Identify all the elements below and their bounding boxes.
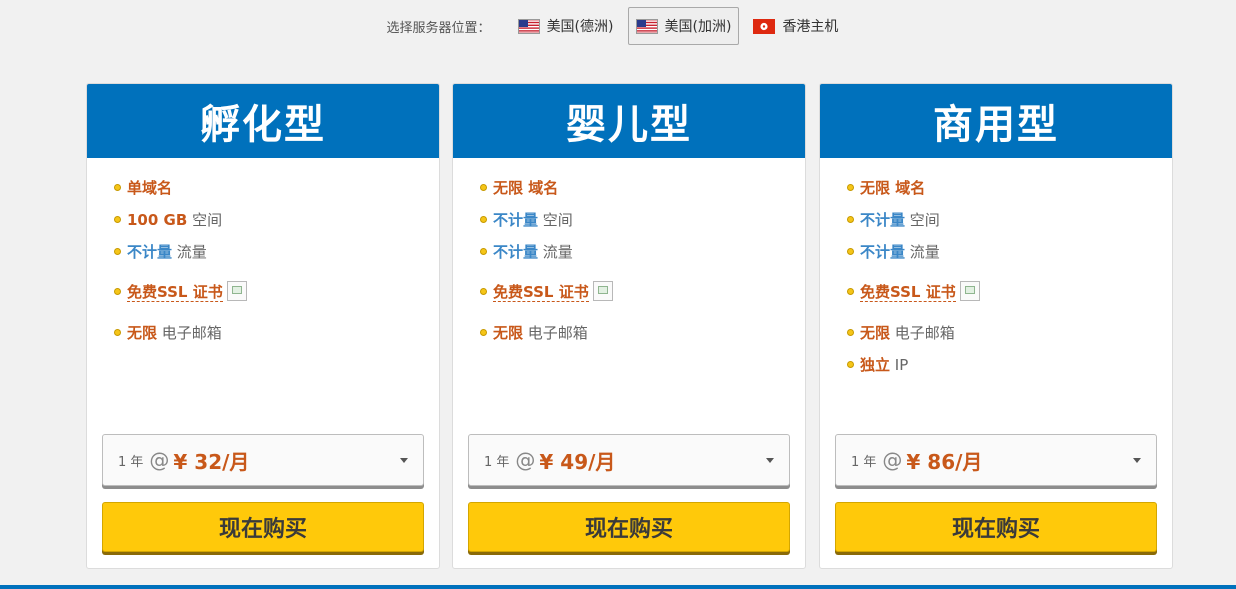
feature-domain: 无限 域名 bbox=[480, 178, 805, 198]
bullet-icon bbox=[847, 184, 854, 191]
location-option-us-california[interactable]: 美国(加洲) bbox=[627, 7, 740, 45]
bullet-icon bbox=[114, 184, 121, 191]
feature-space: 不计量 空间 bbox=[480, 210, 805, 230]
plan-price: ¥ 32/月 bbox=[173, 449, 250, 474]
plan-title: 孵化型 bbox=[87, 84, 439, 158]
feature-traffic: 不计量 流量 bbox=[480, 242, 805, 262]
plan-card-business: 商用型 无限 域名 不计量 空间 不计量 流量 免费SSL 证书 无限 电子邮箱… bbox=[819, 83, 1173, 569]
hk-flag-icon bbox=[753, 18, 776, 34]
plan-card-incubator: 孵化型 单域名 100 GB 空间 不计量 流量 免费SSL 证书 无限 电子邮… bbox=[86, 83, 440, 569]
feature-ip: 独立 IP bbox=[847, 355, 1172, 375]
billing-period-select[interactable]: 1 年 @ ¥ 86/月 bbox=[835, 434, 1157, 486]
server-location-label: 选择服务器位置： bbox=[386, 20, 491, 36]
broken-image-icon bbox=[959, 280, 980, 301]
feature-email: 无限 电子邮箱 bbox=[847, 323, 1172, 343]
broken-image-icon bbox=[226, 280, 247, 301]
feature-list: 无限 域名 不计量 空间 不计量 流量 免费SSL 证书 无限 电子邮箱 独立 … bbox=[820, 158, 1172, 375]
bullet-icon bbox=[480, 328, 487, 336]
bullet-icon bbox=[114, 288, 121, 295]
buy-now-button[interactable]: 现在购买 bbox=[835, 502, 1157, 552]
location-option-label: 美国(加洲) bbox=[664, 19, 732, 35]
server-location-bar: 选择服务器位置： 美国(德洲) 美国(加洲) 香港主机 bbox=[0, 6, 1236, 46]
us-flag-icon bbox=[635, 18, 658, 34]
feature-ssl: 免费SSL 证书 bbox=[480, 280, 805, 303]
feature-list: 单域名 100 GB 空间 不计量 流量 免费SSL 证书 无限 电子邮箱 bbox=[87, 158, 439, 343]
plan-price: ¥ 49/月 bbox=[539, 449, 616, 474]
ssl-tooltip-link[interactable]: 免费SSL 证书 bbox=[860, 283, 956, 302]
ssl-tooltip-link[interactable]: 免费SSL 证书 bbox=[493, 283, 589, 302]
bullet-icon bbox=[114, 328, 121, 336]
bullet-icon bbox=[847, 248, 854, 255]
caret-down-icon bbox=[400, 458, 408, 463]
buy-now-button[interactable]: 现在购买 bbox=[468, 502, 790, 552]
bullet-icon bbox=[847, 328, 854, 336]
feature-list: 无限 域名 不计量 空间 不计量 流量 免费SSL 证书 无限 电子邮箱 bbox=[453, 158, 805, 343]
bottom-divider bbox=[0, 585, 1236, 589]
us-flag-icon bbox=[517, 18, 540, 34]
bullet-icon bbox=[480, 184, 487, 191]
plan-price: ¥ 86/月 bbox=[906, 449, 983, 474]
plan-card-baby: 婴儿型 无限 域名 不计量 空间 不计量 流量 免费SSL 证书 无限 电子邮箱… bbox=[452, 83, 806, 569]
location-option-hongkong[interactable]: 香港主机 bbox=[745, 7, 846, 45]
feature-traffic: 不计量 流量 bbox=[114, 242, 439, 262]
location-option-label: 香港主机 bbox=[782, 19, 839, 35]
bullet-icon bbox=[114, 216, 121, 223]
feature-traffic: 不计量 流量 bbox=[847, 242, 1172, 262]
feature-space: 不计量 空间 bbox=[847, 210, 1172, 230]
feature-email: 无限 电子邮箱 bbox=[114, 323, 439, 343]
caret-down-icon bbox=[766, 458, 774, 463]
bullet-icon bbox=[847, 288, 854, 295]
bullet-icon bbox=[480, 248, 487, 255]
broken-image-icon bbox=[592, 280, 613, 301]
caret-down-icon bbox=[1133, 458, 1141, 463]
plan-title: 婴儿型 bbox=[453, 84, 805, 158]
bullet-icon bbox=[847, 216, 854, 223]
billing-period-select[interactable]: 1 年 @ ¥ 49/月 bbox=[468, 434, 790, 486]
feature-email: 无限 电子邮箱 bbox=[480, 323, 805, 343]
feature-ssl: 免费SSL 证书 bbox=[114, 280, 439, 303]
billing-period-select[interactable]: 1 年 @ ¥ 32/月 bbox=[102, 434, 424, 486]
plan-title: 商用型 bbox=[820, 84, 1172, 158]
ssl-tooltip-link[interactable]: 免费SSL 证书 bbox=[127, 283, 223, 302]
feature-domain: 无限 域名 bbox=[847, 178, 1172, 198]
bullet-icon bbox=[114, 248, 121, 255]
feature-space: 100 GB 空间 bbox=[114, 210, 439, 230]
bullet-icon bbox=[847, 360, 854, 368]
feature-ssl: 免费SSL 证书 bbox=[847, 280, 1172, 303]
buy-now-button[interactable]: 现在购买 bbox=[102, 502, 424, 552]
bullet-icon bbox=[480, 288, 487, 295]
location-option-label: 美国(德洲) bbox=[546, 19, 614, 35]
location-option-us-texas[interactable]: 美国(德洲) bbox=[510, 7, 622, 45]
bullet-icon bbox=[480, 216, 487, 223]
feature-domain: 单域名 bbox=[114, 178, 439, 198]
